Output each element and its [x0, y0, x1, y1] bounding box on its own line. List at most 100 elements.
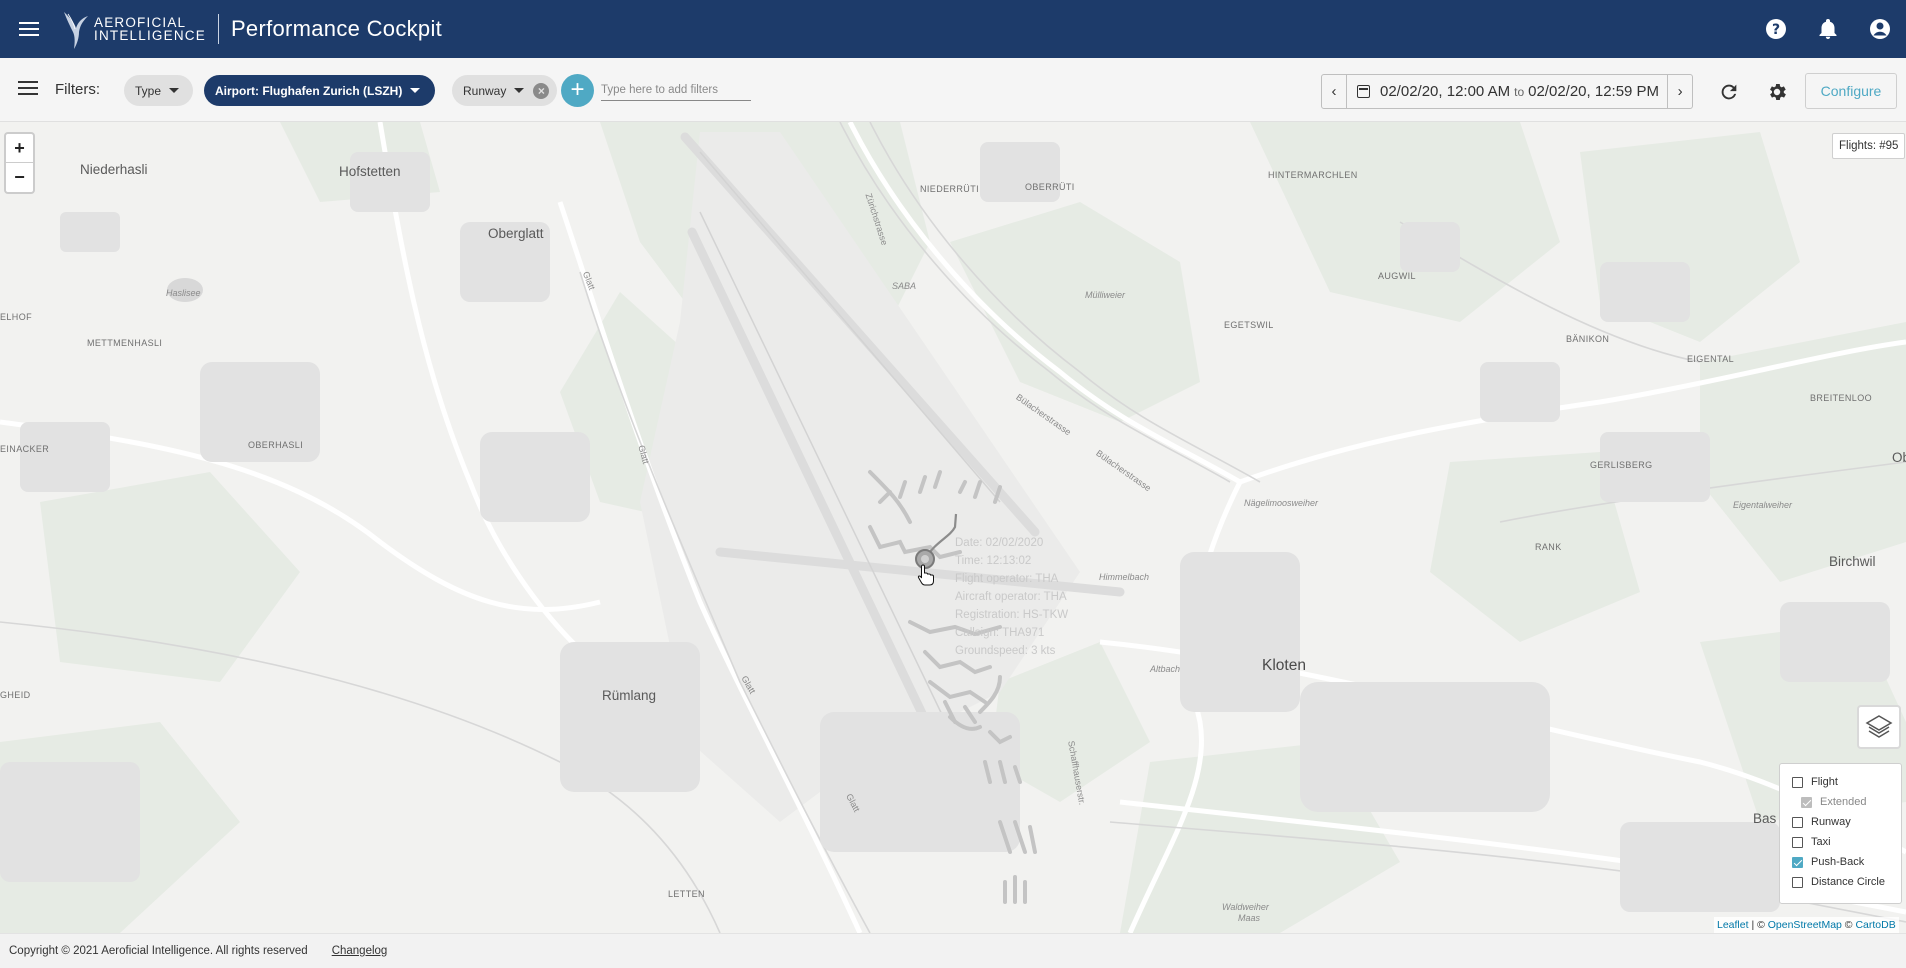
- place-label: BREITENLOO: [1810, 393, 1873, 403]
- place-label: METTMENHASLI: [87, 338, 163, 348]
- chevron-down-icon: [169, 88, 180, 93]
- place-label: Haslisee: [166, 288, 201, 298]
- app-title: Performance Cockpit: [230, 16, 443, 41]
- settings-button[interactable]: [1759, 74, 1794, 109]
- place-label: BÄNIKON: [1566, 334, 1610, 344]
- map-view[interactable]: Niederhasli Hofstetten Oberglatt NIEDERR…: [0, 122, 1906, 933]
- place-label: Niederhasli: [80, 162, 148, 177]
- help-icon[interactable]: ?: [1750, 0, 1802, 58]
- runway-filter-label: Runway: [463, 83, 507, 98]
- airport-filter-label: Airport: Flughafen Zurich (LSZH): [215, 83, 403, 98]
- place-label: Bas: [1753, 811, 1777, 826]
- runway-filter-chip[interactable]: Runway ×: [452, 75, 558, 106]
- distance-circle-checkbox[interactable]: [1792, 876, 1803, 888]
- previous-period-button[interactable]: ‹: [1322, 75, 1347, 108]
- place-label: Himmelbach: [1099, 572, 1150, 582]
- place-label: EGETSWIL: [1224, 320, 1274, 330]
- runway-checkbox[interactable]: [1792, 816, 1803, 828]
- place-label: EINACKER: [0, 444, 50, 454]
- remove-filter-icon[interactable]: ×: [533, 82, 550, 99]
- date-from: 02/02/20, 12:00 AM: [1380, 83, 1511, 100]
- filter-menu-icon[interactable]: [18, 81, 38, 95]
- tooltip-groundspeed: Groundspeed: 3 kts: [955, 645, 1056, 657]
- map-basemap: [0, 122, 1906, 933]
- attribution-separator: ©: [1841, 919, 1856, 931]
- refresh-icon: [1721, 84, 1736, 99]
- layer-taxi[interactable]: Taxi: [1792, 832, 1901, 852]
- flight-tooltip: Date: 02/02/2020 Time: 12:13:02 Flight o…: [955, 534, 1068, 660]
- tooltip-time: Time: 12:13:02: [955, 555, 1032, 567]
- logo-line-2: Intelligence: [94, 28, 206, 43]
- layer-flight[interactable]: Flight: [1792, 772, 1901, 792]
- place-label: Eigentalweiher: [1733, 500, 1793, 510]
- copyright-text: Copyright © 2021 Aeroficial Intelligence…: [9, 945, 308, 957]
- layer-label: Distance Circle: [1811, 876, 1885, 888]
- date-to: 02/02/20, 12:59 PM: [1528, 83, 1660, 100]
- extended-checkbox[interactable]: [1801, 796, 1812, 808]
- zoom-in-button[interactable]: +: [6, 134, 33, 163]
- place-label: Rümlang: [602, 688, 657, 703]
- openstreetmap-link[interactable]: OpenStreetMap: [1768, 919, 1842, 931]
- cartodb-link[interactable]: CartoDB: [1855, 919, 1895, 931]
- tooltip-date: Date: 02/02/2020: [955, 537, 1044, 549]
- place-label: NIEDERRÜTI: [920, 184, 980, 194]
- place-label: Waldweiher: [1222, 902, 1269, 912]
- zoom-control: + −: [4, 132, 35, 194]
- main-menu-icon[interactable]: [0, 0, 58, 58]
- place-label: Oberglatt: [488, 226, 544, 241]
- place-label: ELHOF: [0, 312, 33, 322]
- place-label: EIGENTAL: [1687, 354, 1735, 364]
- header-actions: ?: [1750, 0, 1906, 58]
- date-to-word: to: [1514, 84, 1525, 99]
- configure-button[interactable]: Configure: [1805, 73, 1897, 109]
- gear-icon: [1769, 83, 1786, 100]
- logo-text: Aeroficial Intelligence: [94, 16, 206, 43]
- taxi-checkbox[interactable]: [1792, 836, 1803, 848]
- date-range-picker: ‹ 02/02/20, 12:00 AM to 02/02/20, 12:59 …: [1321, 74, 1694, 109]
- airport-filter-chip[interactable]: Airport: Flughafen Zurich (LSZH): [204, 75, 436, 106]
- place-label: Birchwil: [1829, 554, 1876, 569]
- push-back-checkbox[interactable]: [1792, 856, 1803, 868]
- type-filter-label: Type: [135, 83, 162, 98]
- layer-panel: Flight Extended Runway Taxi Push-Back Di…: [1779, 763, 1902, 904]
- account-icon[interactable]: [1854, 0, 1906, 58]
- place-label: Hofstetten: [339, 164, 401, 179]
- layers-button[interactable]: [1857, 705, 1901, 749]
- logo-divider: [217, 14, 219, 44]
- place-label: Altbach: [1150, 664, 1181, 674]
- chevron-down-icon: [410, 88, 421, 93]
- svg-text:?: ?: [1772, 22, 1780, 38]
- place-label: OBERHASLI: [248, 440, 304, 450]
- layer-label: Taxi: [1811, 836, 1831, 848]
- filter-search-input[interactable]: [601, 79, 751, 101]
- layer-push-back[interactable]: Push-Back: [1792, 852, 1901, 872]
- next-period-button[interactable]: ›: [1667, 75, 1692, 108]
- place-label: AUGWIL: [1378, 271, 1416, 281]
- changelog-link[interactable]: Changelog: [332, 945, 388, 957]
- type-filter-chip[interactable]: Type: [124, 75, 194, 106]
- place-label: Kloten: [1262, 657, 1306, 674]
- leaflet-link[interactable]: Leaflet: [1717, 919, 1749, 931]
- chevron-down-icon: [514, 88, 525, 93]
- tooltip-callsign: Callsign: THA971: [955, 627, 1045, 639]
- layer-extended[interactable]: Extended: [1792, 792, 1901, 812]
- place-label: SABA: [892, 281, 917, 291]
- place-label: Maas: [1238, 913, 1261, 923]
- layer-runway[interactable]: Runway: [1792, 812, 1901, 832]
- place-label: Ob: [1892, 450, 1906, 465]
- calendar-icon: [1357, 85, 1370, 98]
- date-range-field[interactable]: 02/02/20, 12:00 AM to 02/02/20, 12:59 PM: [1347, 75, 1667, 108]
- layer-label: Extended: [1820, 796, 1867, 808]
- layer-distance-circle[interactable]: Distance Circle: [1792, 872, 1901, 892]
- notifications-icon[interactable]: [1802, 0, 1854, 58]
- zoom-out-button[interactable]: −: [6, 163, 33, 192]
- refresh-button[interactable]: [1711, 74, 1746, 109]
- add-filter-button[interactable]: +: [561, 74, 594, 107]
- layer-label: Flight: [1811, 776, 1838, 788]
- place-label: RANK: [1535, 542, 1562, 552]
- logo[interactable]: Aeroficial Intelligence Performance Cock…: [60, 0, 442, 58]
- flight-checkbox[interactable]: [1792, 776, 1803, 788]
- layers-icon: [1865, 715, 1893, 738]
- place-label: OBERRÜTI: [1025, 182, 1075, 192]
- place-label: GERLISBERG: [1590, 460, 1653, 470]
